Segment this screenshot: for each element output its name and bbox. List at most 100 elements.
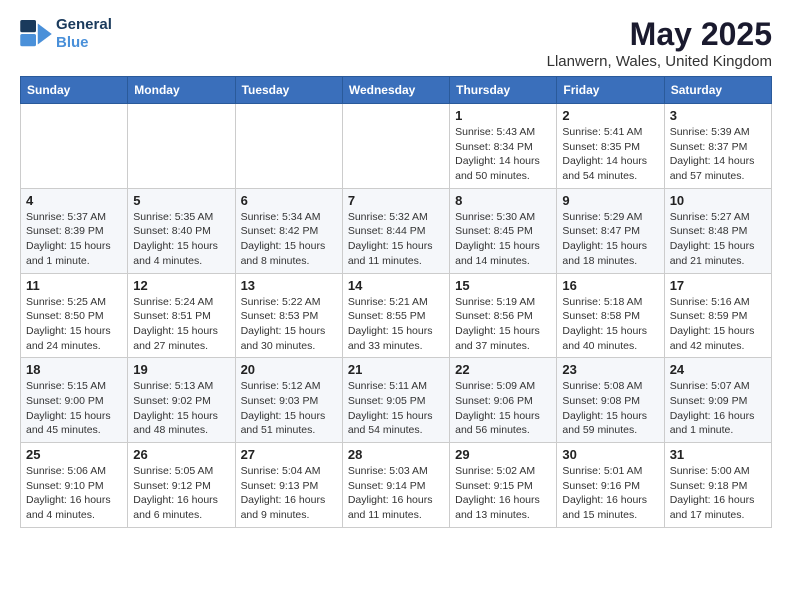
table-cell: 17Sunrise: 5:16 AM Sunset: 8:59 PM Dayli… <box>664 273 771 358</box>
cell-day-number: 22 <box>455 362 551 377</box>
cell-info: Sunrise: 5:39 AM Sunset: 8:37 PM Dayligh… <box>670 125 766 184</box>
table-cell: 15 Sunrise: 5:19 AM Sunset: 8:56 PM Dayli… <box>450 273 557 358</box>
cell-day-number: 11 <box>26 278 122 293</box>
cell-day-number: 17 <box>670 278 766 293</box>
table-cell: 24Sunrise: 5:07 AM Sunset: 9:09 PM Dayli… <box>664 358 771 443</box>
table-cell: 6 Sunrise: 5:34 AM Sunset: 8:42 PM Daylig… <box>235 188 342 273</box>
calendar-location: Llanwern, Wales, United Kingdom <box>547 53 772 70</box>
weekday-header-row: Sunday Monday Tuesday Wednesday Thursday… <box>21 77 772 104</box>
table-cell: 26 Sunrise: 5:05 AM Sunset: 9:12 PM Dayli… <box>128 443 235 528</box>
cell-day-number: 26 <box>133 447 229 462</box>
table-cell: 10Sunrise: 5:27 AM Sunset: 8:48 PM Dayli… <box>664 188 771 273</box>
cell-info: Sunrise: 5:19 AM Sunset: 8:56 PM Dayligh… <box>455 295 551 354</box>
cell-day-number: 20 <box>241 362 337 377</box>
cell-info: Sunrise: 5:22 AM Sunset: 8:53 PM Dayligh… <box>241 295 337 354</box>
cell-day-number: 9 <box>562 193 658 208</box>
cell-day-number: 29 <box>455 447 551 462</box>
table-cell: 2 Sunrise: 5:41 AM Sunset: 8:35 PM Daylig… <box>557 104 664 189</box>
table-cell: 23 Sunrise: 5:08 AM Sunset: 9:08 PM Dayli… <box>557 358 664 443</box>
table-cell: 31 Sunrise: 5:00 AM Sunset: 9:18 PM Dayli… <box>664 443 771 528</box>
table-cell: 25Sunrise: 5:06 AM Sunset: 9:10 PM Dayli… <box>21 443 128 528</box>
cell-day-number: 19 <box>133 362 229 377</box>
cell-info: Sunrise: 5:35 AM Sunset: 8:40 PM Dayligh… <box>133 210 229 269</box>
week-row-3: 11 Sunrise: 5:25 AM Sunset: 8:50 PM Dayli… <box>21 273 772 358</box>
table-cell: 4Sunrise: 5:37 AM Sunset: 8:39 PM Daylig… <box>21 188 128 273</box>
logo-line2: Blue <box>56 34 112 52</box>
cell-info: Sunrise: 5:08 AM Sunset: 9:08 PM Dayligh… <box>562 379 658 438</box>
table-cell <box>128 104 235 189</box>
week-row-5: 25Sunrise: 5:06 AM Sunset: 9:10 PM Dayli… <box>21 443 772 528</box>
cell-info: Sunrise: 5:13 AM Sunset: 9:02 PM Dayligh… <box>133 379 229 438</box>
cell-day-number: 25 <box>26 447 122 462</box>
table-cell: 19 Sunrise: 5:13 AM Sunset: 9:02 PM Dayli… <box>128 358 235 443</box>
table-cell: 21Sunrise: 5:11 AM Sunset: 9:05 PM Dayli… <box>342 358 449 443</box>
table-cell: 18 Sunrise: 5:15 AM Sunset: 9:00 PM Dayli… <box>21 358 128 443</box>
cell-info: Sunrise: 5:27 AM Sunset: 8:48 PM Dayligh… <box>670 210 766 269</box>
cell-info: Sunrise: 5:18 AM Sunset: 8:58 PM Dayligh… <box>562 295 658 354</box>
header-tuesday: Tuesday <box>235 77 342 104</box>
header-sunday: Sunday <box>21 77 128 104</box>
cell-info: Sunrise: 5:11 AM Sunset: 9:05 PM Dayligh… <box>348 379 444 438</box>
header: General Blue May 2025 Llanwern, Wales, U… <box>20 16 772 70</box>
cell-info: Sunrise: 5:00 AM Sunset: 9:18 PM Dayligh… <box>670 464 766 523</box>
table-cell: 30Sunrise: 5:01 AM Sunset: 9:16 PM Dayli… <box>557 443 664 528</box>
cell-day-number: 8 <box>455 193 551 208</box>
header-wednesday: Wednesday <box>342 77 449 104</box>
cell-day-number: 6 <box>241 193 337 208</box>
cell-info: Sunrise: 5:12 AM Sunset: 9:03 PM Dayligh… <box>241 379 337 438</box>
week-row-2: 4Sunrise: 5:37 AM Sunset: 8:39 PM Daylig… <box>21 188 772 273</box>
cell-info: Sunrise: 5:30 AM Sunset: 8:45 PM Dayligh… <box>455 210 551 269</box>
cell-day-number: 13 <box>241 278 337 293</box>
cell-day-number: 30 <box>562 447 658 462</box>
page: General Blue May 2025 Llanwern, Wales, U… <box>0 0 792 544</box>
table-cell: 22 Sunrise: 5:09 AM Sunset: 9:06 PM Dayli… <box>450 358 557 443</box>
week-row-1: 1Sunrise: 5:43 AM Sunset: 8:34 PM Daylig… <box>21 104 772 189</box>
calendar-table: Sunday Monday Tuesday Wednesday Thursday… <box>20 76 772 528</box>
cell-info: Sunrise: 5:41 AM Sunset: 8:35 PM Dayligh… <box>562 125 658 184</box>
cell-info: Sunrise: 5:43 AM Sunset: 8:34 PM Dayligh… <box>455 125 551 184</box>
title-block: May 2025 Llanwern, Wales, United Kingdom <box>547 16 772 70</box>
cell-day-number: 23 <box>562 362 658 377</box>
cell-day-number: 7 <box>348 193 444 208</box>
table-cell: 8 Sunrise: 5:30 AM Sunset: 8:45 PM Daylig… <box>450 188 557 273</box>
table-cell: 9 Sunrise: 5:29 AM Sunset: 8:47 PM Daylig… <box>557 188 664 273</box>
cell-day-number: 16 <box>562 278 658 293</box>
table-cell: 14Sunrise: 5:21 AM Sunset: 8:55 PM Dayli… <box>342 273 449 358</box>
table-cell: 3 Sunrise: 5:39 AM Sunset: 8:37 PM Daylig… <box>664 104 771 189</box>
calendar-title: May 2025 <box>547 16 772 53</box>
header-monday: Monday <box>128 77 235 104</box>
logo: General Blue <box>20 16 112 52</box>
cell-info: Sunrise: 5:15 AM Sunset: 9:00 PM Dayligh… <box>26 379 122 438</box>
cell-info: Sunrise: 5:32 AM Sunset: 8:44 PM Dayligh… <box>348 210 444 269</box>
header-friday: Friday <box>557 77 664 104</box>
cell-day-number: 3 <box>670 108 766 123</box>
cell-info: Sunrise: 5:09 AM Sunset: 9:06 PM Dayligh… <box>455 379 551 438</box>
cell-day-number: 2 <box>562 108 658 123</box>
cell-info: Sunrise: 5:24 AM Sunset: 8:51 PM Dayligh… <box>133 295 229 354</box>
table-cell <box>235 104 342 189</box>
table-cell: 5 Sunrise: 5:35 AM Sunset: 8:40 PM Daylig… <box>128 188 235 273</box>
table-cell: 7 Sunrise: 5:32 AM Sunset: 8:44 PM Daylig… <box>342 188 449 273</box>
cell-day-number: 15 <box>455 278 551 293</box>
table-cell <box>342 104 449 189</box>
cell-info: Sunrise: 5:34 AM Sunset: 8:42 PM Dayligh… <box>241 210 337 269</box>
table-cell: 27Sunrise: 5:04 AM Sunset: 9:13 PM Dayli… <box>235 443 342 528</box>
cell-info: Sunrise: 5:29 AM Sunset: 8:47 PM Dayligh… <box>562 210 658 269</box>
cell-day-number: 28 <box>348 447 444 462</box>
table-cell: 29Sunrise: 5:02 AM Sunset: 9:15 PM Dayli… <box>450 443 557 528</box>
cell-info: Sunrise: 5:07 AM Sunset: 9:09 PM Dayligh… <box>670 379 766 438</box>
table-cell: 28Sunrise: 5:03 AM Sunset: 9:14 PM Dayli… <box>342 443 449 528</box>
cell-day-number: 27 <box>241 447 337 462</box>
cell-day-number: 5 <box>133 193 229 208</box>
cell-day-number: 18 <box>26 362 122 377</box>
table-cell: 16 Sunrise: 5:18 AM Sunset: 8:58 PM Dayli… <box>557 273 664 358</box>
cell-day-number: 31 <box>670 447 766 462</box>
week-row-4: 18 Sunrise: 5:15 AM Sunset: 9:00 PM Dayli… <box>21 358 772 443</box>
table-cell: 13 Sunrise: 5:22 AM Sunset: 8:53 PM Dayli… <box>235 273 342 358</box>
table-cell: 1Sunrise: 5:43 AM Sunset: 8:34 PM Daylig… <box>450 104 557 189</box>
cell-info: Sunrise: 5:21 AM Sunset: 8:55 PM Dayligh… <box>348 295 444 354</box>
cell-info: Sunrise: 5:05 AM Sunset: 9:12 PM Dayligh… <box>133 464 229 523</box>
logo-icon <box>20 20 52 48</box>
cell-info: Sunrise: 5:25 AM Sunset: 8:50 PM Dayligh… <box>26 295 122 354</box>
header-saturday: Saturday <box>664 77 771 104</box>
